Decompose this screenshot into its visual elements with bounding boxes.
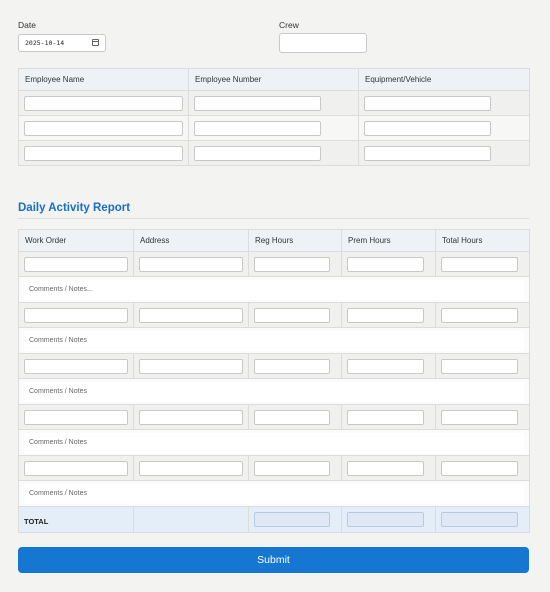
address-input[interactable] [139, 358, 243, 374]
equipment-vehicle-input[interactable] [364, 95, 491, 111]
column-header-total-hours: Total Hours [435, 229, 530, 252]
reg-hours-total [254, 512, 330, 527]
notes-row: Comments / Notes [18, 327, 530, 354]
employee-name-input[interactable] [24, 145, 183, 161]
section-title: Daily Activity Report [18, 202, 131, 214]
work-order-input[interactable] [24, 460, 128, 476]
address-input[interactable] [139, 256, 243, 272]
prem-hours-total [347, 512, 424, 527]
reg-hours-input[interactable] [254, 307, 330, 323]
comments-notes-input[interactable]: Comments / Notes [24, 330, 524, 351]
total-row: TOTAL [18, 506, 530, 533]
employee-name-input[interactable] [24, 95, 183, 111]
table-row [18, 251, 530, 277]
calendar-icon[interactable] [92, 39, 99, 46]
column-header-employee-name: Employee Name [18, 68, 189, 91]
employee-number-input[interactable] [194, 145, 321, 161]
employee-name-input[interactable] [24, 120, 183, 136]
prem-hours-input[interactable] [347, 409, 424, 425]
employee-number-input[interactable] [194, 120, 321, 136]
prem-hours-input[interactable] [347, 307, 424, 323]
crew-input[interactable] [279, 33, 367, 53]
total-label: TOTAL [24, 516, 49, 526]
crew-label: Crew [279, 20, 299, 30]
table-row [18, 140, 530, 166]
total-hours-total [441, 512, 518, 527]
table-row [18, 353, 530, 379]
table-row [18, 115, 530, 141]
total-hours-input[interactable] [441, 409, 518, 425]
notes-row: Comments / Notes [18, 480, 530, 507]
comments-notes-input[interactable]: Comments / Notes [24, 483, 524, 504]
total-hours-input[interactable] [441, 256, 518, 272]
table-row [18, 404, 530, 430]
total-hours-input[interactable] [441, 307, 518, 323]
submit-button[interactable]: Submit [18, 547, 529, 573]
date-label: Date [18, 20, 36, 30]
total-hours-input[interactable] [441, 460, 518, 476]
reg-hours-input[interactable] [254, 358, 330, 374]
work-order-input[interactable] [24, 358, 128, 374]
equipment-vehicle-input[interactable] [364, 120, 491, 136]
work-order-input[interactable] [24, 256, 128, 272]
activity-table: Work Order Address Reg Hours Prem Hours … [18, 229, 530, 533]
prem-hours-input[interactable] [347, 358, 424, 374]
employee-number-input[interactable] [194, 95, 321, 111]
reg-hours-input[interactable] [254, 256, 330, 272]
address-input[interactable] [139, 307, 243, 323]
equipment-vehicle-input[interactable] [364, 145, 491, 161]
crew-table-header: Employee Name Employee Number Equipment/… [18, 68, 530, 91]
table-row [18, 302, 530, 328]
address-input[interactable] [139, 460, 243, 476]
crew-table: Employee Name Employee Number Equipment/… [18, 68, 530, 166]
comments-notes-input[interactable]: Comments / Notes [24, 432, 524, 453]
reg-hours-input[interactable] [254, 460, 330, 476]
column-header-reg-hours: Reg Hours [248, 229, 342, 252]
work-order-input[interactable] [24, 307, 128, 323]
column-header-work-order: Work Order [18, 229, 134, 252]
notes-row: Comments / Notes [18, 378, 530, 405]
prem-hours-input[interactable] [347, 256, 424, 272]
comments-notes-input[interactable]: Comments / Notes [24, 381, 524, 402]
date-input[interactable]: 2025-10-14 [18, 34, 106, 52]
section-divider [18, 218, 529, 219]
work-order-input[interactable] [24, 409, 128, 425]
column-header-equipment-vehicle: Equipment/Vehicle [358, 68, 530, 91]
reg-hours-input[interactable] [254, 409, 330, 425]
notes-row: Comments / Notes [18, 429, 530, 456]
comments-notes-input[interactable]: Comments / Notes... [24, 279, 524, 300]
table-row [18, 90, 530, 116]
date-value: 2025-10-14 [25, 39, 65, 47]
table-row [18, 455, 530, 481]
activity-table-header: Work Order Address Reg Hours Prem Hours … [18, 229, 530, 252]
column-header-prem-hours: Prem Hours [341, 229, 436, 252]
column-header-employee-number: Employee Number [188, 68, 359, 91]
total-hours-input[interactable] [441, 358, 518, 374]
address-input[interactable] [139, 409, 243, 425]
column-header-address: Address [133, 229, 249, 252]
prem-hours-input[interactable] [347, 460, 424, 476]
notes-row: Comments / Notes... [18, 276, 530, 303]
